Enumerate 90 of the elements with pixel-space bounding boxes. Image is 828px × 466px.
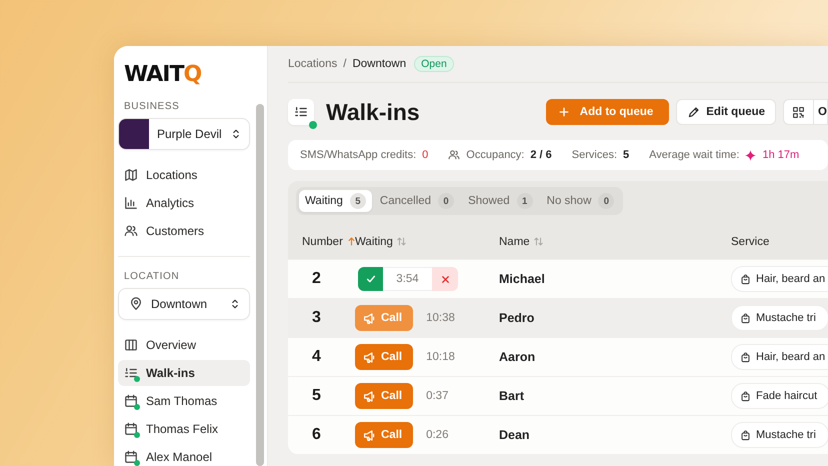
stat-value: 5 [623,149,630,161]
service-tag: Hair, beard an [731,266,828,292]
bag-icon [740,274,751,284]
stat-value: 0 [422,149,428,161]
status-badge: Open [414,56,454,72]
page-title: Walk-ins [326,98,421,126]
queue-number: 5 [311,387,322,405]
megaphone-icon [363,312,376,324]
customer-name: Bart [499,389,526,403]
users-icon [124,224,138,238]
megaphone-icon [363,350,376,364]
queue-number: 2 [311,270,322,288]
service-tag: Mustache tri [731,305,828,331]
column-header[interactable]: Waiting [355,236,393,248]
service-timer: 3:54 [383,267,432,291]
avatar-image [119,119,149,149]
filter-tab[interactable]: Showed 1 [462,190,539,212]
list-icon [124,366,138,380]
customer-name: Michael [499,272,546,286]
edit-queue-button[interactable]: Edit queue [676,99,776,125]
customer-name: Aaron [499,350,536,364]
column-header[interactable]: Number [302,236,343,248]
megaphone-icon [363,428,376,442]
wait-time: 10:38 [426,312,455,324]
cancel-button[interactable] [432,267,458,291]
nav-item[interactable]: Thomas Felix [118,416,250,442]
bag-icon [740,430,751,440]
filter-tab[interactable]: Cancelled 0 [374,190,460,212]
count-badge: 1 [516,193,533,209]
calendar-icon [124,422,138,436]
megaphone-icon [363,390,376,402]
filter-tab[interactable]: No show 0 [540,190,620,212]
columns-icon [124,338,138,352]
check-icon [364,273,376,285]
queue-number: 4 [311,348,322,366]
stat-label: SMS/WhatsApp credits: [300,149,416,161]
location-selector[interactable]: Downtown [118,288,250,320]
count-badge: 5 [350,193,366,209]
count-badge: 0 [598,193,614,209]
stat-label: Services: [572,149,618,161]
wait-time: 0:26 [426,429,448,441]
stat-value: 2 / 6 [530,149,552,161]
business-selector[interactable]: Purple Devil [118,118,250,150]
pencil-icon [687,106,700,118]
calendar-icon [124,394,138,408]
scrollbar-thumb[interactable] [256,104,264,466]
nav-item[interactable]: Alex Manoel [118,444,250,466]
column-header[interactable]: Name [499,236,530,248]
service-tag: Fade haircut [731,383,828,409]
location-pin-icon [129,297,143,311]
stat-label: Average wait time: [649,149,740,161]
queue-number: 6 [311,426,322,444]
service-tag: Hair, beard an [731,344,828,370]
users-icon [448,149,460,161]
bag-icon [740,352,751,362]
bag-icon [740,390,751,402]
wait-time: 0:37 [426,390,448,402]
nav-item[interactable]: Sam Thomas [118,388,250,414]
stat-label: Occupancy: [466,149,524,161]
customer-name: Pedro [499,311,536,325]
logo: WAITQ [124,62,202,87]
nav-item[interactable]: Analytics [118,190,250,216]
stat-value: 1h 17m [762,149,800,161]
breadcrumb-current: Downtown [352,58,406,70]
section-label: BUSINESS [124,101,180,112]
column-header: Service [731,236,770,248]
queue-number: 3 [311,309,322,327]
sparkle-icon [745,150,756,160]
breadcrumb-separator: / [343,58,346,70]
calendar-icon [124,450,138,464]
customer-name: Dean [499,428,531,442]
confirm-button[interactable] [358,267,383,291]
plus-icon [558,106,570,118]
qr-code-icon [792,106,806,118]
bag-icon [740,312,751,324]
filter-tab[interactable]: Waiting 5 [299,190,372,212]
qr-code-button[interactable]: O [783,99,828,125]
bar-chart-icon [124,196,138,210]
nav-item[interactable]: Locations [118,162,250,188]
nav-item[interactable]: Overview [118,332,250,358]
wait-time: 10:18 [426,351,455,363]
map-icon [124,168,138,182]
service-tag: Mustache tri [731,422,828,448]
count-badge: 0 [438,193,454,209]
nav-item[interactable]: Walk-ins [118,360,250,386]
breadcrumb-link[interactable]: Locations [288,58,338,70]
nav-item[interactable]: Customers [118,218,250,244]
close-icon [440,274,450,284]
list-icon [294,105,308,119]
section-label: LOCATION [124,271,180,282]
